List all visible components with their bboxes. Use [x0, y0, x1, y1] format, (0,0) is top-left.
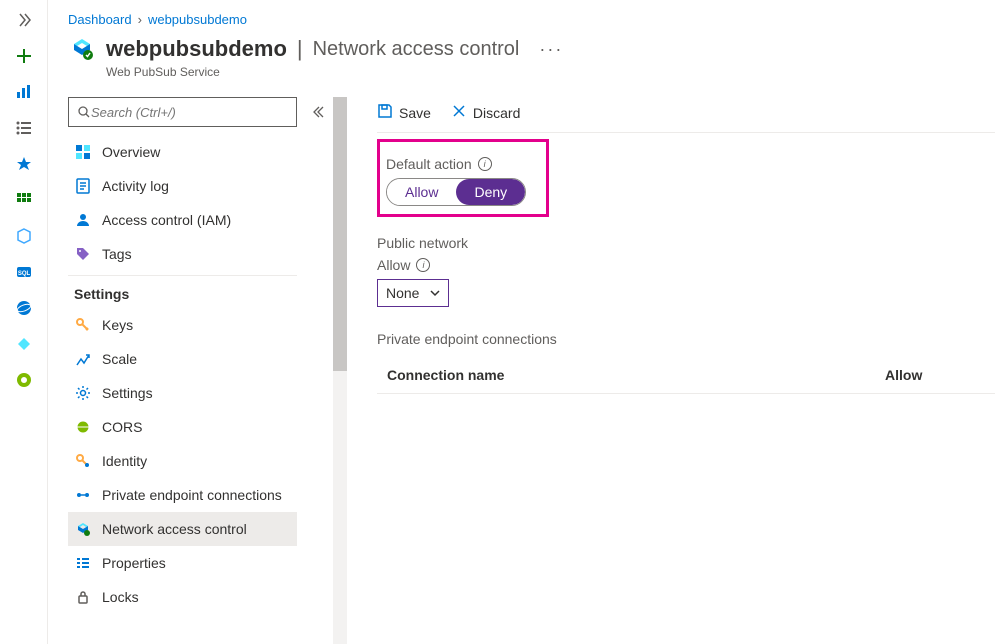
sidebar-item-tags[interactable]: Tags	[68, 237, 297, 271]
default-action-label: Default action i	[386, 156, 526, 172]
star-icon[interactable]	[12, 152, 36, 176]
toolbar: Save Discard	[377, 97, 995, 133]
resource-icon	[68, 35, 96, 63]
sql-icon[interactable]: SQL	[12, 260, 36, 284]
scale-icon	[74, 350, 92, 368]
left-rail: SQL	[0, 0, 48, 644]
breadcrumb-current[interactable]: webpubsubdemo	[148, 12, 247, 27]
pec-section-label: Private endpoint connections	[377, 331, 995, 347]
search-input[interactable]	[91, 105, 288, 120]
keys-icon	[74, 316, 92, 334]
sidebar-item-label: Access control (IAM)	[102, 212, 231, 228]
locks-icon	[74, 588, 92, 606]
overview-icon	[74, 143, 92, 161]
info-icon[interactable]: i	[478, 157, 492, 171]
grid-icon[interactable]	[12, 188, 36, 212]
sidebar-nav: Overview Activity log Access control (IA…	[68, 97, 303, 644]
default-action-highlight: Default action i Allow Deny	[377, 139, 549, 217]
activitylog-icon	[74, 177, 92, 195]
info-icon[interactable]: i	[416, 258, 430, 272]
chevron-down-icon	[430, 288, 440, 298]
sidebar-scrollbar[interactable]	[333, 97, 347, 644]
globe-icon[interactable]	[12, 296, 36, 320]
sidebar-item-label: Tags	[102, 246, 132, 262]
list-icon[interactable]	[12, 116, 36, 140]
sidebar-item-identity[interactable]: Identity	[68, 444, 297, 478]
save-button[interactable]: Save	[377, 103, 431, 122]
sidebar-item-properties[interactable]: Properties	[68, 546, 297, 580]
sidebar-item-label: Settings	[102, 385, 153, 401]
sidebar-item-settings[interactable]: Settings	[68, 376, 297, 410]
sidebar-item-label: Properties	[102, 555, 166, 571]
sidebar-item-scale[interactable]: Scale	[68, 342, 297, 376]
sidebar-item-label: Identity	[102, 453, 147, 469]
sidebar-item-label: Network access control	[102, 521, 247, 537]
sidebar-item-label: CORS	[102, 419, 142, 435]
col-allow: Allow	[885, 367, 945, 383]
resource-type-label: Web PubSub Service	[106, 65, 995, 79]
expand-rail-icon[interactable]	[12, 8, 36, 32]
col-connection-name: Connection name	[387, 367, 885, 383]
cors-icon	[74, 418, 92, 436]
more-button[interactable]: ···	[539, 39, 563, 60]
settings-section-label: Settings	[68, 275, 297, 308]
pec-icon	[74, 486, 92, 504]
sidebar-item-nac[interactable]: Network access control	[68, 512, 297, 546]
discard-label: Discard	[473, 105, 520, 121]
svg-text:SQL: SQL	[17, 271, 30, 277]
breadcrumb-root[interactable]: Dashboard	[68, 12, 132, 27]
dropdown-value: None	[386, 285, 419, 301]
sidebar-item-label: Activity log	[102, 178, 169, 194]
default-action-toggle[interactable]: Allow Deny	[386, 178, 526, 206]
page-title-row: webpubsubdemo | Network access control ·…	[68, 35, 995, 63]
page-title: Network access control	[313, 38, 520, 61]
sidebar-item-label: Keys	[102, 317, 133, 333]
resource-name: webpubsubdemo	[106, 36, 287, 62]
sidebar-item-locks[interactable]: Locks	[68, 580, 297, 614]
cube-icon[interactable]	[12, 224, 36, 248]
dashboard-chart-icon[interactable]	[12, 80, 36, 104]
allow-dropdown[interactable]: None	[377, 279, 449, 307]
save-label: Save	[399, 105, 431, 121]
sidebar-item-overview[interactable]: Overview	[68, 135, 297, 169]
detail-pane: Save Discard Default action i	[347, 97, 995, 644]
iam-icon	[74, 211, 92, 229]
toggle-deny[interactable]: Deny	[456, 179, 525, 205]
sidebar-item-pec[interactable]: Private endpoint connections	[68, 478, 297, 512]
discard-button[interactable]: Discard	[451, 103, 520, 122]
settings-icon	[74, 384, 92, 402]
nac-icon	[74, 520, 92, 538]
scrollbar-thumb[interactable]	[333, 97, 347, 371]
title-separator: |	[297, 36, 303, 62]
sidebar-item-label: Scale	[102, 351, 137, 367]
tags-icon	[74, 245, 92, 263]
pec-table-header: Connection name Allow	[377, 353, 995, 394]
sidebar-item-label: Overview	[102, 144, 160, 160]
save-icon	[377, 103, 393, 122]
sidebar-search[interactable]	[68, 97, 297, 127]
sidebar-item-cors[interactable]: CORS	[68, 410, 297, 444]
discard-icon	[451, 103, 467, 122]
sidebar-item-keys[interactable]: Keys	[68, 308, 297, 342]
allow-field-label: Allow i	[377, 257, 995, 273]
chevron-right-icon: ›	[138, 12, 142, 27]
search-icon	[77, 105, 91, 119]
collapse-sidebar-button[interactable]	[303, 97, 331, 644]
properties-icon	[74, 554, 92, 572]
public-network-label: Public network	[377, 235, 995, 251]
circle-green-icon[interactable]	[12, 368, 36, 392]
sidebar-item-label: Private endpoint connections	[102, 487, 282, 503]
main-content: Dashboard › webpubsubdemo webpubsubdemo …	[48, 0, 995, 644]
toggle-allow[interactable]: Allow	[387, 179, 456, 205]
breadcrumb: Dashboard › webpubsubdemo	[68, 12, 995, 27]
sidebar-item-iam[interactable]: Access control (IAM)	[68, 203, 297, 237]
sidebar-item-label: Locks	[102, 589, 139, 605]
diamond-icon[interactable]	[12, 332, 36, 356]
sidebar-item-activity-log[interactable]: Activity log	[68, 169, 297, 203]
identity-icon	[74, 452, 92, 470]
create-resource-icon[interactable]	[12, 44, 36, 68]
